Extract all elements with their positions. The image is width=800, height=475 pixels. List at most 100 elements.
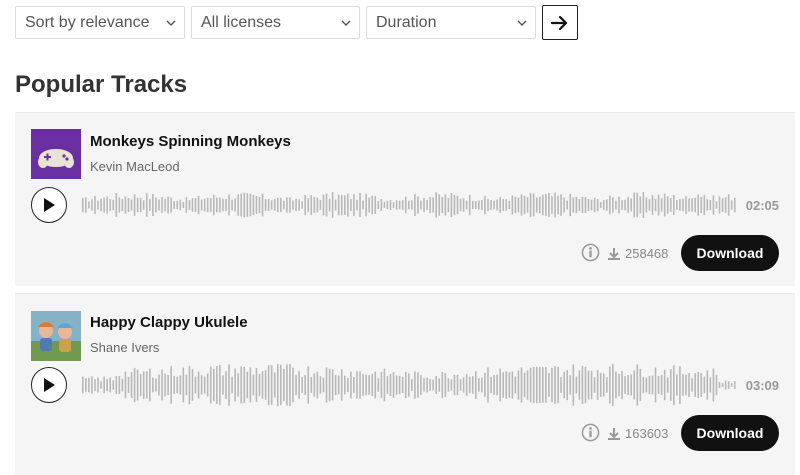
chevron-down-icon — [341, 20, 351, 26]
waveform-bar — [709, 200, 712, 210]
waveform-bar — [249, 367, 252, 403]
waveform-bar — [700, 196, 703, 214]
waveform-bar — [344, 195, 346, 215]
waveform-bar — [213, 194, 215, 216]
download-button[interactable]: Download — [681, 415, 779, 451]
apply-filters-button[interactable] — [542, 5, 578, 40]
waveform-bar — [688, 198, 690, 212]
waveform-bar — [618, 373, 620, 397]
waveform-bar — [200, 375, 203, 395]
waveform-bar — [514, 376, 517, 394]
play-button[interactable] — [31, 187, 67, 223]
waveform-bar — [563, 371, 565, 399]
waveform-bar — [139, 197, 142, 213]
waveform-bar — [225, 198, 227, 212]
waveform-bar — [499, 368, 501, 402]
waveform-bar — [304, 374, 306, 396]
waveform-bar — [152, 194, 154, 217]
waveform-bar — [496, 199, 498, 211]
waveform-bar — [465, 373, 468, 397]
waveform-bar — [255, 367, 258, 403]
waveform-bar — [487, 198, 489, 212]
waveform-bar — [216, 366, 218, 405]
waveform-bar — [231, 199, 233, 211]
waveform-bar — [313, 196, 316, 214]
waveform-bar — [554, 192, 556, 218]
waveform-bar — [133, 367, 136, 403]
waveform-bar — [706, 370, 709, 400]
waveform-bar — [642, 192, 645, 218]
waveform-bar — [569, 193, 572, 217]
waveform-bar — [703, 195, 706, 215]
waveform-bar — [694, 197, 696, 213]
waveform-bar — [688, 373, 690, 397]
waveform-bar — [344, 375, 346, 395]
download-icon — [608, 427, 620, 440]
waveform-bar — [295, 198, 297, 212]
waveform[interactable] — [82, 362, 737, 408]
waveform-bar — [106, 379, 108, 391]
waveform-bar — [526, 197, 529, 213]
waveform[interactable] — [82, 182, 737, 228]
waveform-bar — [462, 198, 465, 212]
play-button[interactable] — [31, 367, 67, 403]
license-select[interactable]: All licenses — [191, 6, 360, 39]
sort-select[interactable]: Sort by relevance — [15, 6, 185, 39]
waveform-bar — [420, 375, 422, 395]
waveform-bar — [145, 193, 148, 217]
waveform-bar — [316, 197, 319, 213]
waveform-bar — [130, 372, 133, 398]
waveform-bar — [414, 371, 416, 399]
waveform-bar — [566, 200, 568, 210]
waveform-bar — [566, 369, 568, 401]
waveform-bar — [142, 371, 145, 399]
waveform-bar — [267, 199, 270, 211]
track-artist[interactable]: Shane Ivers — [90, 340, 159, 355]
waveform-bar — [112, 199, 115, 211]
waveform-bar — [602, 200, 605, 210]
waveform-bar — [322, 194, 325, 216]
waveform-bar — [319, 376, 322, 394]
waveform-bar — [97, 200, 99, 210]
waveform-bar — [228, 194, 230, 216]
waveform-bar — [380, 199, 383, 211]
waveform-bar — [386, 200, 389, 210]
waveform-bar — [654, 198, 657, 212]
waveform-bar — [334, 374, 337, 396]
waveform-bar — [365, 374, 367, 396]
download-button[interactable]: Download — [681, 235, 779, 271]
info-icon[interactable] — [581, 423, 600, 442]
waveform-bar — [188, 365, 191, 405]
track-thumbnail[interactable] — [31, 311, 81, 361]
waveform-bar — [356, 199, 358, 211]
duration-select[interactable]: Duration — [366, 6, 536, 39]
waveform-bar — [91, 376, 93, 394]
waveform-bar — [185, 374, 188, 396]
waveform-bar — [624, 376, 626, 394]
waveform-bar — [289, 364, 291, 406]
waveform-bar — [551, 367, 553, 403]
track-artist[interactable]: Kevin MacLeod — [90, 159, 180, 174]
waveform-bar — [209, 198, 212, 212]
waveform-bar — [88, 201, 90, 209]
waveform-bar — [621, 200, 623, 210]
waveform-bar — [520, 194, 523, 216]
waveform-bar — [237, 373, 239, 397]
waveform-bar — [481, 377, 483, 393]
track-title[interactable]: Monkeys Spinning Monkeys — [90, 133, 291, 150]
waveform-bar — [252, 374, 255, 396]
waveform-bar — [438, 378, 441, 392]
waveform-bar — [411, 200, 413, 210]
waveform-bar — [292, 367, 294, 403]
waveform-bar — [234, 198, 236, 212]
track-title[interactable]: Happy Clappy Ukulele — [90, 314, 248, 331]
waveform-bar — [685, 374, 687, 396]
waveform-bar — [152, 377, 154, 393]
track-thumbnail[interactable] — [31, 129, 81, 179]
info-icon[interactable] — [581, 243, 600, 262]
waveform-bar — [398, 200, 401, 210]
waveform-bar — [103, 376, 105, 394]
waveform-bar — [615, 200, 617, 210]
waveform-bar — [264, 199, 267, 211]
waveform-bar — [109, 199, 112, 211]
